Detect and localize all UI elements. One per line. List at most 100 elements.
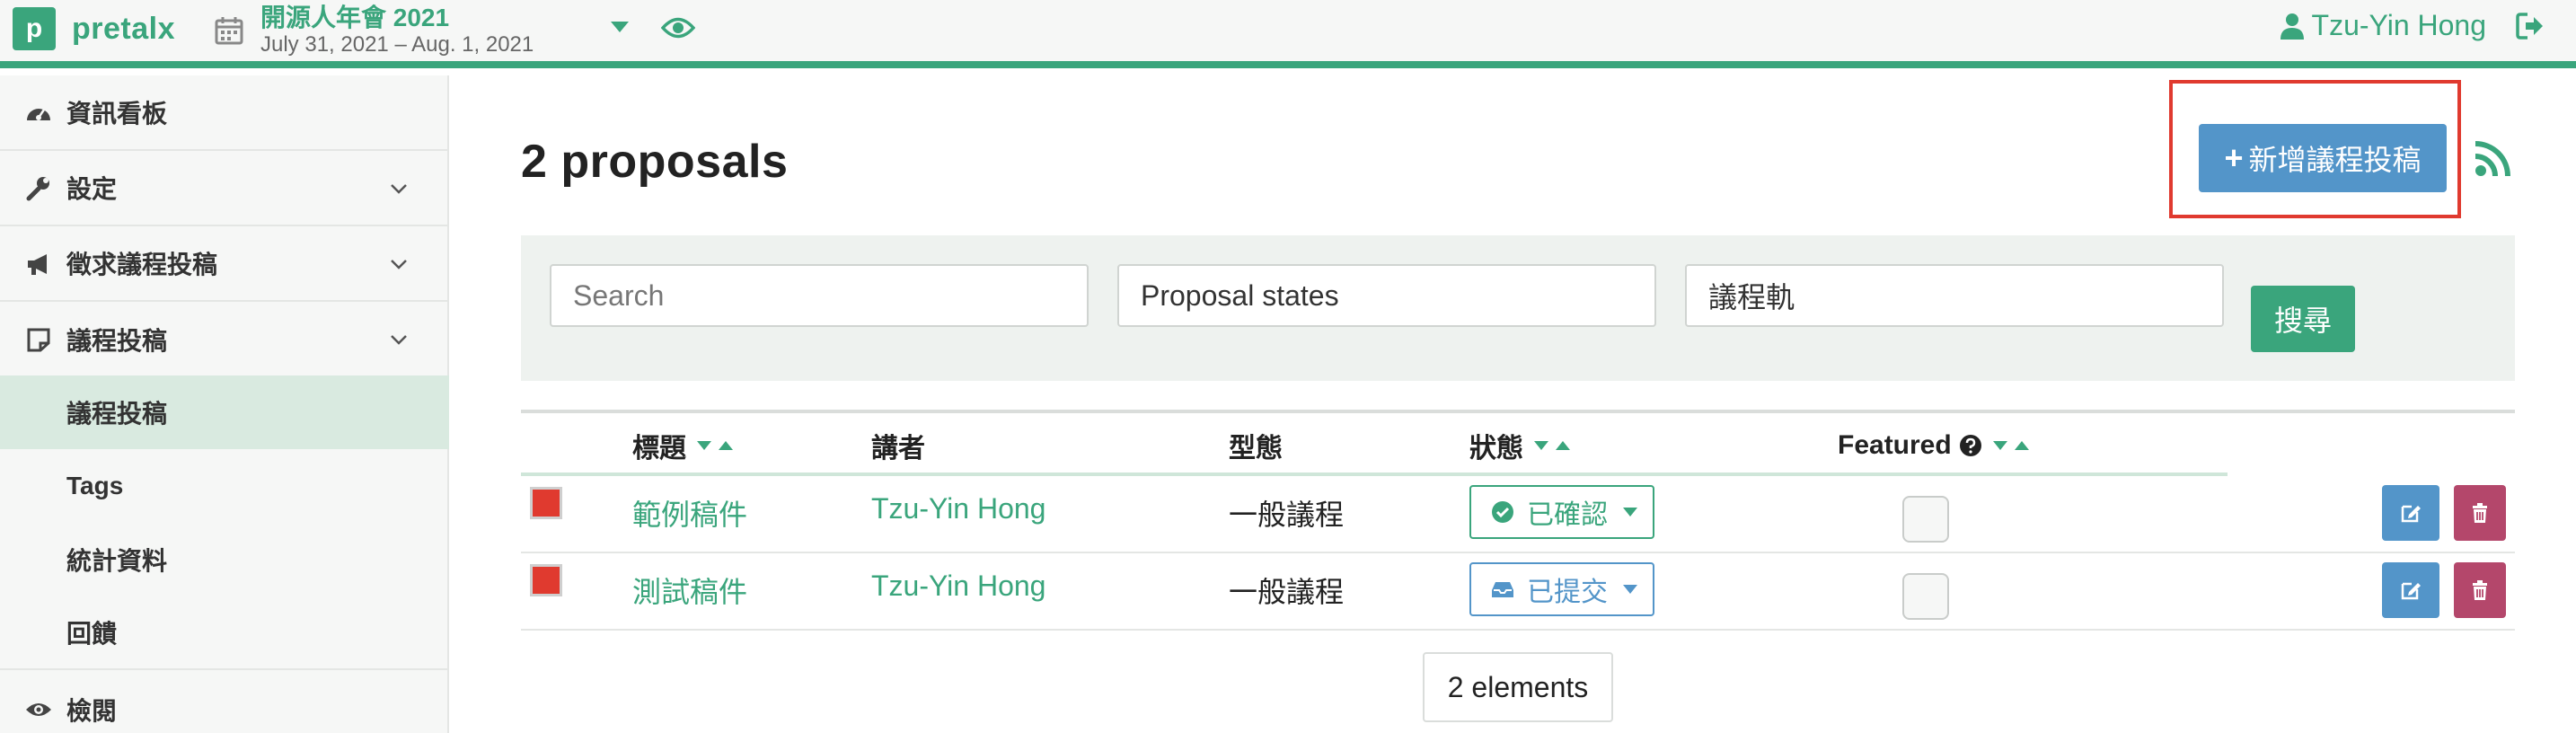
- sidebar-item-review[interactable]: 檢閱: [0, 672, 449, 733]
- proposals-table: 標題 講者 型態 狀態 Featured 範例稿件 Tzu-Yin Hong 一…: [521, 410, 2515, 643]
- caret-down-icon: [1623, 508, 1637, 517]
- event-info: 開源人年會 2021 July 31, 2021 – Aug. 1, 2021: [260, 4, 534, 57]
- state-dropdown[interactable]: 已確認: [1469, 485, 1654, 539]
- column-header-featured[interactable]: Featured: [1838, 422, 2034, 469]
- edit-button[interactable]: [2382, 562, 2439, 618]
- brand-name: pretalx: [72, 11, 175, 46]
- sidebar-subitem-label: 回饋: [66, 620, 118, 648]
- sidebar-subitem-label: Tags: [66, 472, 124, 499]
- rss-icon[interactable]: [2472, 137, 2515, 180]
- user-icon: [2280, 13, 2304, 40]
- sidebar-item-label: 資訊看板: [66, 100, 168, 128]
- featured-checkbox[interactable]: [1902, 496, 1949, 543]
- sort-down-icon[interactable]: [695, 439, 713, 452]
- table-row: 範例稿件 Tzu-Yin Hong 一般議程 已確認: [521, 476, 2515, 553]
- proposal-title-link[interactable]: 範例稿件: [632, 492, 747, 534]
- sidebar-item-cfp[interactable]: 徵求議程投稿: [0, 226, 449, 302]
- plus-icon: +: [2224, 139, 2244, 176]
- state-label: 已提交: [1527, 578, 1608, 607]
- column-header-label: 狀態: [1469, 434, 1523, 464]
- sort-down-icon[interactable]: [1991, 439, 2009, 452]
- inbox-icon: [1492, 582, 1513, 597]
- event-dates: July 31, 2021 – Aug. 1, 2021: [260, 32, 534, 57]
- sidebar-item-label: 檢閱: [66, 697, 118, 725]
- sidebar-item-label: 設定: [66, 175, 118, 203]
- sidebar-item-settings[interactable]: 設定: [0, 151, 449, 226]
- bullhorn-icon: [28, 254, 47, 275]
- track-color-swatch: [530, 487, 562, 519]
- proposal-states-select[interactable]: Proposal states: [1117, 264, 1656, 327]
- add-proposal-button[interactable]: + 新增議程投稿: [2199, 124, 2447, 192]
- sort-up-icon[interactable]: [717, 439, 735, 452]
- sort-up-icon[interactable]: [2013, 439, 2031, 452]
- dashboard-icon: [27, 109, 50, 120]
- trash-icon: [2473, 580, 2487, 600]
- column-header-speaker: 講者: [871, 422, 925, 469]
- sidebar-subitem-label: 議程投稿: [66, 400, 168, 428]
- sort-down-icon[interactable]: [1532, 439, 1550, 452]
- table-top-border: [521, 410, 2515, 413]
- proposal-type: 一般議程: [1229, 576, 1345, 608]
- sign-out-icon[interactable]: [2515, 11, 2545, 41]
- wrench-icon: [26, 177, 49, 201]
- sticky-note-icon: [27, 328, 50, 352]
- sidebar-subitem-submissions[interactable]: 議程投稿: [0, 375, 449, 449]
- filter-panel: Search Proposal states 議程軌 搜尋: [521, 235, 2515, 381]
- delete-button[interactable]: [2454, 485, 2506, 541]
- proposal-title-link[interactable]: 測試稿件: [632, 570, 747, 611]
- question-circle-icon[interactable]: [1959, 434, 1982, 457]
- user-name: Tzu-Yin Hong: [2311, 9, 2486, 41]
- column-header-label: 型態: [1229, 434, 1283, 464]
- featured-checkbox[interactable]: [1902, 573, 1949, 620]
- chevron-down-icon: [391, 335, 407, 345]
- event-name: 開源人年會 2021: [260, 4, 450, 32]
- state-label: 已確認: [1527, 500, 1608, 530]
- check-circle-icon: [1492, 501, 1513, 523]
- caret-down-icon[interactable]: [609, 20, 631, 34]
- state-dropdown[interactable]: 已提交: [1469, 562, 1654, 616]
- sidebar-item-dashboard[interactable]: 資訊看板: [0, 75, 449, 151]
- pretalx-logo: p: [13, 7, 56, 50]
- column-header-label: Featured: [1838, 430, 1952, 460]
- column-header-title[interactable]: 標題: [632, 422, 738, 469]
- brand[interactable]: p pretalx: [13, 7, 175, 50]
- pagination-count: 2 elements: [1423, 652, 1613, 722]
- add-proposal-label: 新增議程投稿: [2248, 144, 2422, 176]
- sidebar-item-label: 議程投稿: [66, 327, 168, 355]
- track-color-swatch: [530, 564, 562, 596]
- sort-controls[interactable]: [695, 439, 738, 452]
- sort-up-icon[interactable]: [1554, 439, 1572, 452]
- speaker-link[interactable]: Tzu-Yin Hong: [871, 492, 1045, 525]
- chevron-down-icon: [391, 184, 407, 194]
- search-button[interactable]: 搜尋: [2251, 286, 2355, 352]
- top-navbar: p pretalx 開源人年會 2021 July 31, 2021 – Aug…: [0, 0, 2576, 68]
- eye-icon: [26, 703, 51, 716]
- sidebar-item-label: 徵求議程投稿: [66, 251, 218, 278]
- chevron-down-icon: [391, 260, 407, 269]
- edit-icon: [2401, 505, 2421, 523]
- sort-controls[interactable]: [1532, 439, 1575, 452]
- sidebar-item-submissions[interactable]: 議程投稿: [0, 302, 449, 377]
- page-title: 2 proposals: [521, 136, 789, 188]
- trash-icon: [2473, 503, 2487, 523]
- proposal-type: 一般議程: [1229, 499, 1345, 531]
- column-header-label: 標題: [632, 434, 686, 464]
- column-header-type: 型態: [1229, 422, 1283, 469]
- eye-icon[interactable]: [661, 14, 695, 41]
- search-input[interactable]: Search: [550, 264, 1089, 327]
- event-switcher[interactable]: 開源人年會 2021 July 31, 2021 – Aug. 1, 2021: [214, 0, 534, 61]
- edit-button[interactable]: [2382, 485, 2439, 541]
- sort-controls[interactable]: [1991, 439, 2034, 452]
- delete-button[interactable]: [2454, 562, 2506, 618]
- sidebar-subitem-statistics[interactable]: 統計資料: [0, 523, 449, 596]
- calendar-icon: [215, 17, 243, 45]
- track-select[interactable]: 議程軌: [1685, 264, 2224, 327]
- column-header-state[interactable]: 狀態: [1469, 422, 1575, 469]
- user-menu[interactable]: Tzu-Yin Hong: [2280, 9, 2486, 42]
- sidebar-subitem-feedback[interactable]: 回饋: [0, 596, 449, 670]
- caret-down-icon: [1623, 585, 1637, 594]
- speaker-link[interactable]: Tzu-Yin Hong: [871, 570, 1045, 603]
- sidebar: 資訊看板 設定 徵求議程投稿 議程投稿 議程投稿 Tags 統計資料 回饋 檢閱: [0, 75, 449, 733]
- sidebar-subitem-tags[interactable]: Tags: [0, 449, 449, 523]
- edit-icon: [2401, 582, 2421, 600]
